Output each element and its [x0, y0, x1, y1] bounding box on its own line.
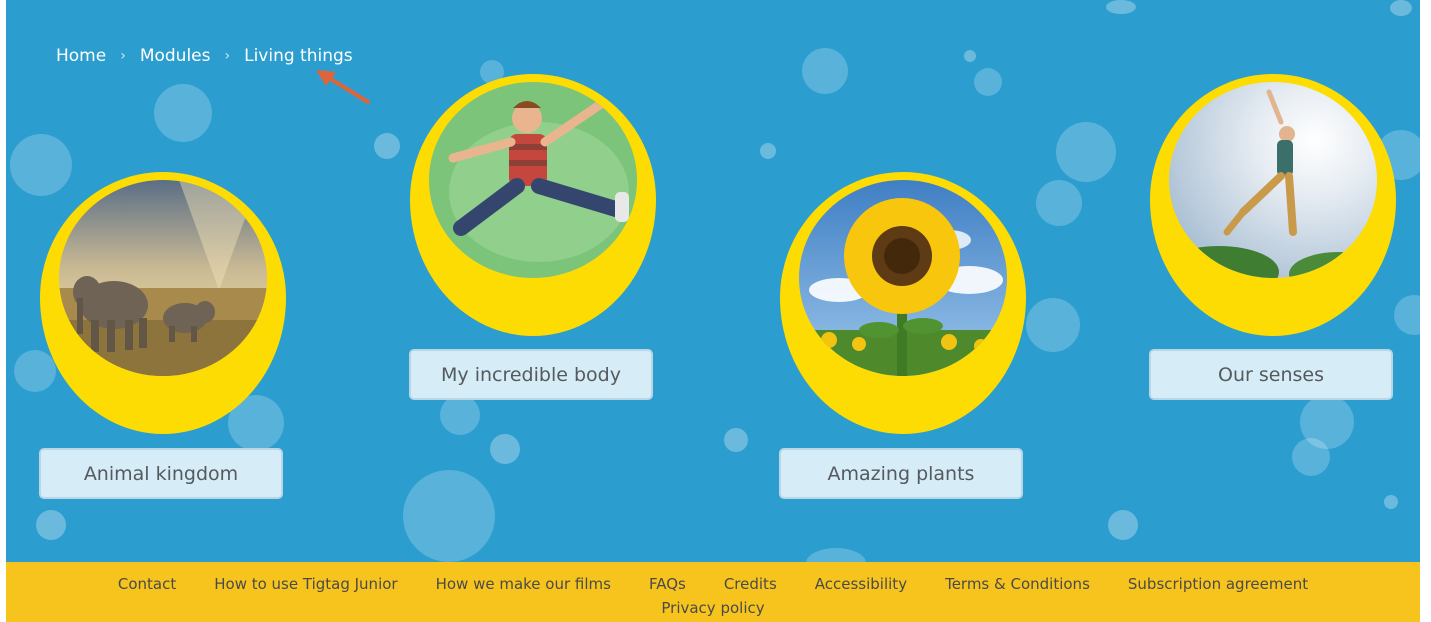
footer-link-how-to-use[interactable]: How to use Tigtag Junior	[214, 575, 397, 593]
bubble-decoration	[1300, 395, 1354, 449]
person-leaping-photo	[1169, 82, 1377, 278]
my-incredible-body-button[interactable]: My incredible body	[409, 349, 653, 400]
bubble-decoration	[724, 428, 748, 452]
breadcrumb-separator: ›	[120, 48, 126, 64]
module-card-animal-kingdom[interactable]	[40, 172, 286, 434]
elephants-photo	[59, 180, 267, 376]
bubble-decoration	[1390, 0, 1412, 16]
module-card-amazing-plants[interactable]	[780, 172, 1026, 434]
bubble-decoration	[760, 143, 776, 159]
sunflower-photo	[799, 180, 1007, 376]
bubble-decoration	[440, 395, 480, 435]
bubble-decoration	[1384, 495, 1398, 509]
bubble-decoration	[403, 470, 495, 562]
our-senses-button[interactable]: Our senses	[1149, 349, 1393, 400]
boy-jumping-photo	[429, 82, 637, 278]
bubble-decoration	[974, 68, 1002, 96]
footer-link-terms[interactable]: Terms & Conditions	[945, 575, 1090, 593]
breadcrumb-modules-link[interactable]: Modules	[140, 46, 211, 66]
footer-link-credits[interactable]: Credits	[724, 575, 777, 593]
footer-link-accessibility[interactable]: Accessibility	[815, 575, 907, 593]
modules-stage: Home › Modules › Living things Animal ki…	[6, 0, 1420, 562]
bubble-decoration	[490, 434, 520, 464]
bubble-decoration	[1108, 510, 1138, 540]
footer-link-contact[interactable]: Contact	[118, 575, 176, 593]
footer-privacy-row: Privacy policy	[6, 599, 1420, 617]
bubble-decoration	[1394, 295, 1420, 335]
bubble-decoration	[374, 133, 400, 159]
breadcrumb-separator: ›	[224, 48, 231, 64]
bubble-decoration	[1106, 0, 1136, 14]
breadcrumb: Home › Modules › Living things	[56, 46, 353, 66]
bubble-decoration	[1036, 180, 1082, 226]
animal-kingdom-button[interactable]: Animal kingdom	[39, 448, 283, 499]
bubble-decoration	[10, 134, 72, 196]
footer-link-subscription[interactable]: Subscription agreement	[1128, 575, 1308, 593]
breadcrumb-home-link[interactable]: Home	[56, 46, 106, 66]
amazing-plants-button[interactable]: Amazing plants	[779, 448, 1023, 499]
footer-link-privacy-policy[interactable]: Privacy policy	[661, 599, 764, 617]
footer-link-how-we-make-films[interactable]: How we make our films	[436, 575, 611, 593]
footer-links: Contact How to use Tigtag Junior How we …	[6, 575, 1420, 593]
bubble-decoration	[14, 350, 56, 392]
footer-link-faqs[interactable]: FAQs	[649, 575, 686, 593]
bubble-decoration	[964, 50, 976, 62]
bubble-decoration	[1026, 298, 1080, 352]
module-card-my-incredible-body[interactable]	[410, 74, 656, 336]
module-card-our-senses[interactable]	[1150, 74, 1396, 336]
annotation-arrow-icon	[316, 70, 370, 104]
bubble-decoration	[36, 510, 66, 540]
bubble-decoration	[1056, 122, 1116, 182]
bubble-decoration	[806, 548, 866, 562]
site-footer: Contact How to use Tigtag Junior How we …	[6, 562, 1420, 622]
bubble-decoration	[802, 48, 848, 94]
bubble-decoration	[154, 84, 212, 142]
